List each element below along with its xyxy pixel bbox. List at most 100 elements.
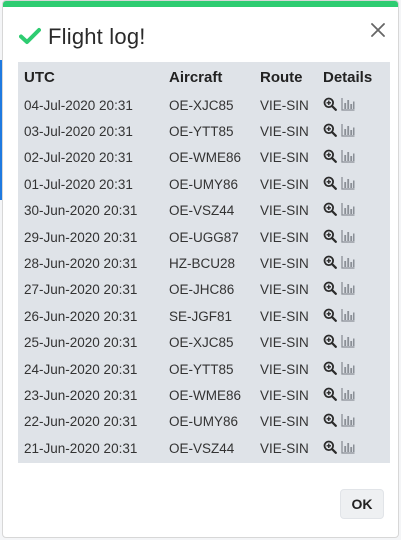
zoom-in-icon[interactable] (323, 413, 337, 428)
dialog-title: Flight log! (48, 24, 146, 49)
column-header-details: Details (323, 68, 373, 86)
cell-details (323, 356, 390, 382)
bar-chart-icon[interactable] (341, 202, 355, 216)
table-row: 28-Jun-2020 20:31 HZ-BCU28 VIE-SIN (18, 250, 390, 276)
zoom-in-icon[interactable] (323, 229, 337, 243)
bar-chart-icon[interactable] (341, 176, 355, 190)
bar-chart-icon[interactable] (341, 387, 355, 401)
cell-aircraft: OE-UMY86 (169, 176, 239, 192)
bar-chart-icon[interactable] (341, 413, 355, 428)
details-actions (323, 308, 355, 322)
cell-route: VIE-SIN (260, 361, 309, 377)
bar-chart-icon[interactable] (341, 123, 355, 137)
bar-chart-icon[interactable] (341, 334, 355, 348)
cell-utc: 04-Jul-2020 20:31 (24, 97, 133, 113)
table-body: 04-Jul-2020 20:31 OE-XJC85 VIE-SIN 03-Jul-2… (18, 92, 390, 461)
zoom-in-icon[interactable] (323, 308, 337, 322)
cell-route: VIE-SIN (260, 335, 309, 351)
cell-route: VIE-SIN (260, 387, 309, 403)
table-row: 27-Jun-2020 20:31 OE-JHC86 VIE-SIN (18, 277, 390, 303)
table-row: 30-Jun-2020 20:31 OE-VSZ44 VIE-SIN (18, 198, 390, 224)
bar-chart-icon[interactable] (341, 255, 355, 269)
ok-button[interactable]: OK (340, 489, 384, 519)
close-icon[interactable] (368, 20, 388, 40)
cell-aircraft: OE-YTT85 (169, 124, 234, 140)
bar-chart-icon[interactable] (341, 229, 355, 243)
details-actions (323, 229, 355, 243)
cell-utc: 23-Jun-2020 20:31 (24, 387, 138, 403)
cell-route: VIE-SIN (260, 176, 309, 192)
cell-route: VIE-SIN (260, 203, 309, 219)
zoom-in-icon[interactable] (323, 123, 337, 137)
table-row: 02-Jul-2020 20:31 OE-WME86 VIE-SIN (18, 145, 390, 171)
cell-details (323, 277, 390, 303)
details-actions (323, 361, 355, 375)
cell-utc: 03-Jul-2020 20:31 (24, 124, 133, 140)
column-header-route: Route (260, 68, 303, 86)
cell-details (323, 330, 390, 356)
cell-utc: 02-Jul-2020 20:31 (24, 150, 133, 166)
table-row: 03-Jul-2020 20:31 OE-YTT85 VIE-SIN (18, 118, 390, 144)
bar-chart-icon[interactable] (341, 440, 355, 454)
cell-utc: 01-Jul-2020 20:31 (24, 176, 133, 192)
cell-aircraft: HZ-BCU28 (169, 256, 236, 272)
cell-utc: 28-Jun-2020 20:31 (24, 256, 138, 272)
table-row: 04-Jul-2020 20:31 OE-XJC85 VIE-SIN (18, 92, 390, 118)
cell-utc: 21-Jun-2020 20:31 (24, 440, 138, 456)
cell-aircraft: OE-XJC85 (169, 335, 234, 351)
table-row: 23-Jun-2020 20:31 OE-WME86 VIE-SIN (18, 382, 390, 408)
details-actions (323, 202, 355, 217)
cell-utc: 27-Jun-2020 20:31 (24, 282, 138, 298)
bar-chart-icon[interactable] (341, 281, 355, 296)
table-row: 26-Jun-2020 20:31 SE-JGF81 VIE-SIN (18, 303, 390, 329)
zoom-in-icon[interactable] (323, 334, 337, 349)
cell-route: VIE-SIN (260, 256, 309, 272)
bar-chart-icon[interactable] (341, 361, 355, 375)
column-header-utc: UTC (24, 68, 55, 86)
checkmark-icon (19, 28, 41, 44)
cell-aircraft: OE-UGG87 (169, 229, 239, 245)
cell-route: VIE-SIN (260, 150, 309, 166)
cell-route: VIE-SIN (260, 229, 309, 245)
zoom-in-icon[interactable] (323, 281, 337, 296)
cell-details (323, 118, 390, 144)
zoom-in-icon[interactable] (323, 149, 337, 164)
cell-details (323, 303, 390, 329)
details-actions (323, 387, 355, 401)
cell-utc: 29-Jun-2020 20:31 (24, 229, 138, 245)
details-actions (323, 413, 355, 428)
bar-chart-icon[interactable] (341, 149, 355, 164)
details-actions (323, 255, 355, 269)
cell-details (323, 145, 390, 171)
table-row: 22-Jun-2020 20:31 OE-UMY86 VIE-SIN (18, 409, 390, 435)
zoom-in-icon[interactable] (323, 361, 337, 375)
bar-chart-icon[interactable] (341, 97, 355, 111)
zoom-in-icon[interactable] (323, 387, 337, 401)
details-actions (323, 97, 355, 111)
cell-utc: 22-Jun-2020 20:31 (24, 414, 138, 430)
table-row: 21-Jun-2020 20:31 OE-VSZ44 VIE-SIN (18, 435, 390, 461)
cell-aircraft: OE-WME86 (169, 387, 242, 403)
cell-details (323, 409, 390, 435)
flight-log-table-container: UTC Aircraft Route Details 04-Jul-2020 2… (18, 62, 390, 463)
cell-details (323, 224, 390, 250)
cell-utc: 25-Jun-2020 20:31 (24, 335, 138, 351)
zoom-in-icon[interactable] (323, 255, 337, 269)
dialog-header: Flight log! (3, 7, 398, 61)
cell-route: VIE-SIN (260, 308, 309, 324)
cell-utc: 30-Jun-2020 20:31 (24, 203, 138, 219)
details-actions (323, 149, 355, 164)
details-actions (323, 334, 355, 349)
zoom-in-icon[interactable] (323, 440, 337, 454)
zoom-in-icon[interactable] (323, 97, 337, 111)
zoom-in-icon[interactable] (323, 176, 337, 190)
cell-utc: 26-Jun-2020 20:31 (24, 308, 138, 324)
zoom-in-icon[interactable] (323, 202, 337, 217)
flight-log-dialog: Flight log! UTC Aircraft Route Details 0… (2, 0, 399, 538)
table-row: 25-Jun-2020 20:31 OE-XJC85 VIE-SIN (18, 330, 390, 356)
cell-utc: 24-Jun-2020 20:31 (24, 361, 138, 377)
bar-chart-icon[interactable] (341, 308, 355, 322)
column-header-aircraft: Aircraft (169, 68, 223, 86)
cell-details (323, 435, 390, 461)
details-actions (323, 440, 355, 454)
